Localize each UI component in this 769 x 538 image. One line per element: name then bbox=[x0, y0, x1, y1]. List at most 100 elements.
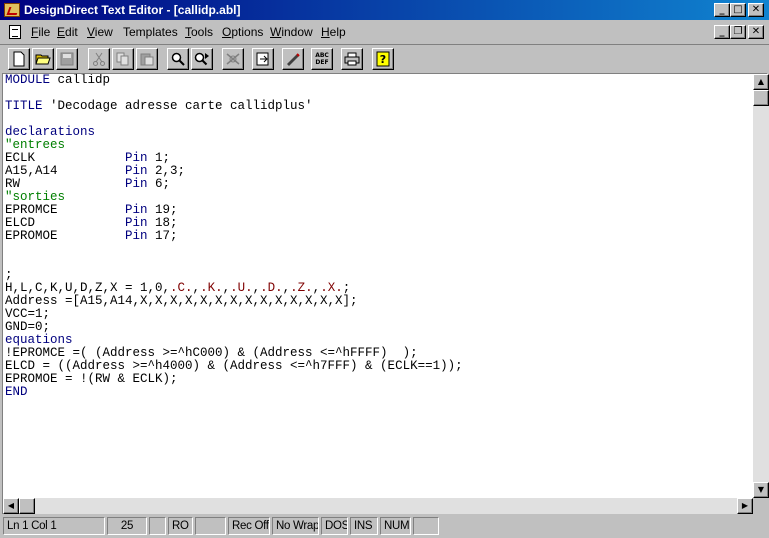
save-disk-icon bbox=[60, 52, 74, 66]
menu-file[interactable]: File bbox=[31, 25, 50, 39]
code-keyword: MODULE bbox=[5, 74, 51, 87]
code-token: A15,A14 bbox=[5, 164, 126, 178]
code-special-constant: .K. bbox=[200, 281, 223, 295]
code-token: callidp bbox=[50, 74, 111, 87]
menu-window[interactable]: Window bbox=[270, 25, 313, 39]
syntax-check-button[interactable] bbox=[282, 48, 304, 70]
scroll-down-button[interactable]: ▼ bbox=[753, 482, 769, 498]
find-button[interactable] bbox=[167, 48, 189, 70]
code-line[interactable] bbox=[5, 256, 751, 269]
code-line[interactable]: declarations bbox=[5, 126, 751, 139]
menu-edit[interactable]: Edit bbox=[57, 25, 78, 39]
print-button[interactable] bbox=[341, 48, 363, 70]
code-token: 'Decodage adresse carte callidplus' bbox=[42, 99, 313, 113]
menu-tools[interactable]: Tools bbox=[185, 25, 213, 39]
vertical-scrollbar[interactable]: ▲ ▼ bbox=[753, 74, 769, 498]
editor-pane[interactable]: MODULE callidp TITLE 'Decodage adresse ca… bbox=[2, 73, 769, 514]
minimize-button[interactable]: _ bbox=[714, 3, 730, 17]
print-icon bbox=[344, 52, 360, 66]
status-readonly: RO bbox=[168, 517, 193, 535]
menu-view[interactable]: View bbox=[87, 25, 113, 39]
code-token: 2,3; bbox=[147, 164, 186, 178]
code-token: 19; bbox=[147, 203, 178, 217]
code-line[interactable]: MODULE callidp bbox=[5, 74, 751, 87]
status-wrap: No Wrap bbox=[272, 517, 319, 535]
open-file-button[interactable] bbox=[32, 48, 54, 70]
code-line[interactable]: EPROMOE = !(RW & ECLK); bbox=[5, 373, 751, 386]
find-next-icon bbox=[194, 52, 209, 66]
code-keyword: Pin bbox=[125, 177, 148, 191]
code-keyword: equations bbox=[5, 333, 73, 347]
doc-minimize-button[interactable]: _ bbox=[714, 25, 730, 39]
menu-help[interactable]: Help bbox=[321, 25, 346, 39]
code-keyword: declarations bbox=[5, 125, 96, 139]
code-special-constant: .X. bbox=[320, 281, 343, 295]
replace-icon bbox=[226, 53, 240, 65]
vertical-scroll-thumb[interactable] bbox=[753, 90, 769, 106]
code-line[interactable]: TITLE 'Decodage adresse carte callidplus… bbox=[5, 100, 751, 113]
menu-options[interactable]: Options bbox=[222, 25, 263, 39]
code-token: , bbox=[192, 281, 201, 295]
code-line[interactable]: GND=0; bbox=[5, 321, 751, 334]
document-icon[interactable] bbox=[9, 25, 21, 39]
save-button[interactable] bbox=[56, 48, 78, 70]
find-icon bbox=[171, 52, 185, 66]
menu-templates[interactable]: Templates bbox=[123, 25, 178, 39]
code-line[interactable] bbox=[5, 113, 751, 126]
paste-button[interactable] bbox=[136, 48, 158, 70]
code-token: ; bbox=[5, 268, 13, 282]
new-file-button[interactable] bbox=[8, 48, 30, 70]
code-line[interactable] bbox=[5, 243, 751, 256]
code-token: 17; bbox=[147, 229, 178, 243]
code-token: 1; bbox=[147, 151, 171, 165]
code-keyword: Pin bbox=[125, 216, 148, 230]
code-line[interactable]: VCC=1; bbox=[5, 308, 751, 321]
code-token: Address =[A15,A14,X,X,X,X,X,X,X,X,X,X,X,… bbox=[5, 294, 358, 308]
horizontal-scroll-thumb[interactable] bbox=[19, 498, 35, 514]
copy-icon bbox=[116, 52, 129, 66]
code-token: EPROMOE bbox=[5, 229, 126, 243]
maximize-button[interactable]: □ bbox=[730, 3, 746, 17]
code-keyword: TITLE bbox=[5, 99, 43, 113]
copy-button[interactable] bbox=[112, 48, 134, 70]
code-line[interactable]: RW Pin 6; bbox=[5, 178, 751, 191]
code-keyword: END bbox=[5, 385, 28, 399]
status-value: 25 bbox=[107, 517, 147, 535]
svg-text:?: ? bbox=[380, 53, 386, 66]
code-text-area[interactable]: MODULE callidp TITLE 'Decodage adresse ca… bbox=[5, 74, 751, 498]
scrollbar-corner bbox=[753, 498, 769, 514]
help-button[interactable]: ? bbox=[372, 48, 394, 70]
status-blank-3 bbox=[413, 517, 439, 535]
replace-button[interactable] bbox=[222, 48, 244, 70]
close-button[interactable]: ✕ bbox=[748, 3, 764, 17]
status-blank-1 bbox=[149, 517, 166, 535]
status-numlock: NUM bbox=[380, 517, 411, 535]
code-line[interactable]: Address =[A15,A14,X,X,X,X,X,X,X,X,X,X,X,… bbox=[5, 295, 751, 308]
scroll-up-button[interactable]: ▲ bbox=[753, 74, 769, 90]
status-insert: INS bbox=[350, 517, 378, 535]
abc-convert-button[interactable]: ABC DEF bbox=[311, 48, 333, 70]
horizontal-scrollbar[interactable]: ◀ ▶ bbox=[3, 498, 753, 514]
goto-line-button[interactable] bbox=[252, 48, 274, 70]
title-bar: DesignDirect Text Editor - [callidp.abl]… bbox=[0, 0, 769, 20]
syntax-check-icon bbox=[287, 53, 300, 66]
doc-close-button[interactable]: ✕ bbox=[748, 25, 764, 39]
code-special-constant: .D. bbox=[260, 281, 283, 295]
status-dos: DOS bbox=[321, 517, 348, 535]
status-line-col: Ln 1 Col 1 bbox=[3, 517, 105, 535]
status-record: Rec Off bbox=[228, 517, 270, 535]
code-line[interactable]: EPROMOE Pin 17; bbox=[5, 230, 751, 243]
code-token: 18; bbox=[147, 216, 178, 230]
app-logo-icon[interactable] bbox=[4, 3, 20, 17]
code-token: H,L,C,K,U,D,Z,X = 1,0, bbox=[5, 281, 171, 295]
code-token: !EPROMCE =( (Address >=^hC000) & (Addres… bbox=[5, 346, 418, 360]
open-folder-icon bbox=[35, 54, 51, 65]
code-keyword: Pin bbox=[125, 203, 148, 217]
scroll-left-button[interactable]: ◀ bbox=[3, 498, 19, 514]
cut-button[interactable] bbox=[88, 48, 110, 70]
code-line[interactable]: END bbox=[5, 386, 751, 399]
doc-restore-button[interactable]: ❐ bbox=[730, 25, 746, 39]
scroll-right-button[interactable]: ▶ bbox=[737, 498, 753, 514]
code-token: EPROMOE = !(RW & ECLK); bbox=[5, 372, 178, 386]
find-next-button[interactable] bbox=[191, 48, 213, 70]
